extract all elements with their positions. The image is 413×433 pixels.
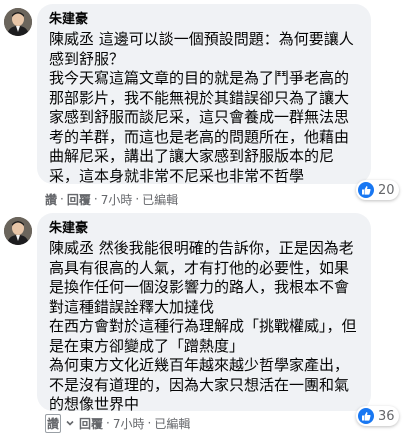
avatar-photo xyxy=(4,217,32,245)
reply-link[interactable]: 回覆 xyxy=(79,415,103,432)
chevron-down-icon[interactable] xyxy=(65,418,75,428)
comment-text: 陳威丞 然後我能很明確的告訴你，正是因為老高具有很高的人氣，才有打他的必要性，如… xyxy=(49,239,357,413)
reaction-summary[interactable]: 20 xyxy=(356,180,399,200)
edited-label[interactable]: 已編輯 xyxy=(154,415,190,432)
avatar[interactable] xyxy=(4,8,32,36)
like-link[interactable]: 讚 xyxy=(45,413,62,433)
timestamp[interactable]: 7小時 xyxy=(101,191,133,208)
separator: · xyxy=(135,192,140,206)
separator: · xyxy=(93,192,98,206)
comment-text: 陳威丞 這邊可以談一個預設問題：為何要讓人感到舒服？ 我今天寫這篇文章的目的就是… xyxy=(49,30,354,185)
thumbs-up-icon xyxy=(358,182,374,198)
edited-label[interactable]: 已編輯 xyxy=(142,191,178,208)
avatar-photo xyxy=(4,8,32,36)
thumbs-up-icon xyxy=(358,408,374,424)
separator: · xyxy=(106,416,110,430)
like-link[interactable]: 讚 xyxy=(45,191,57,208)
separator: · xyxy=(60,192,64,206)
reaction-count: 36 xyxy=(378,408,395,424)
reply-link[interactable]: 回覆 xyxy=(67,191,91,208)
reaction-summary[interactable]: 36 xyxy=(356,406,399,426)
timestamp[interactable]: 7小時 xyxy=(113,415,145,432)
comment-bubble: 朱建豪 陳威丞 這邊可以談一個預設問題：為何要讓人感到舒服？ 我今天寫這篇文章的… xyxy=(37,4,371,185)
avatar[interactable] xyxy=(4,217,32,245)
comment-actions: 讚 回覆 · 7小時 · 已編輯 xyxy=(45,413,190,433)
comment-author[interactable]: 朱建豪 xyxy=(49,221,359,237)
reaction-count: 20 xyxy=(378,182,395,198)
comment-bubble: 朱建豪 陳威丞 然後我能很明確的告訴你，正是因為老高具有很高的人氣，才有打他的必… xyxy=(37,213,371,413)
comment-actions: 讚 · 回覆 · 7小時 · 已編輯 xyxy=(45,191,178,207)
comment-author[interactable]: 朱建豪 xyxy=(49,12,359,28)
separator: · xyxy=(147,416,152,430)
